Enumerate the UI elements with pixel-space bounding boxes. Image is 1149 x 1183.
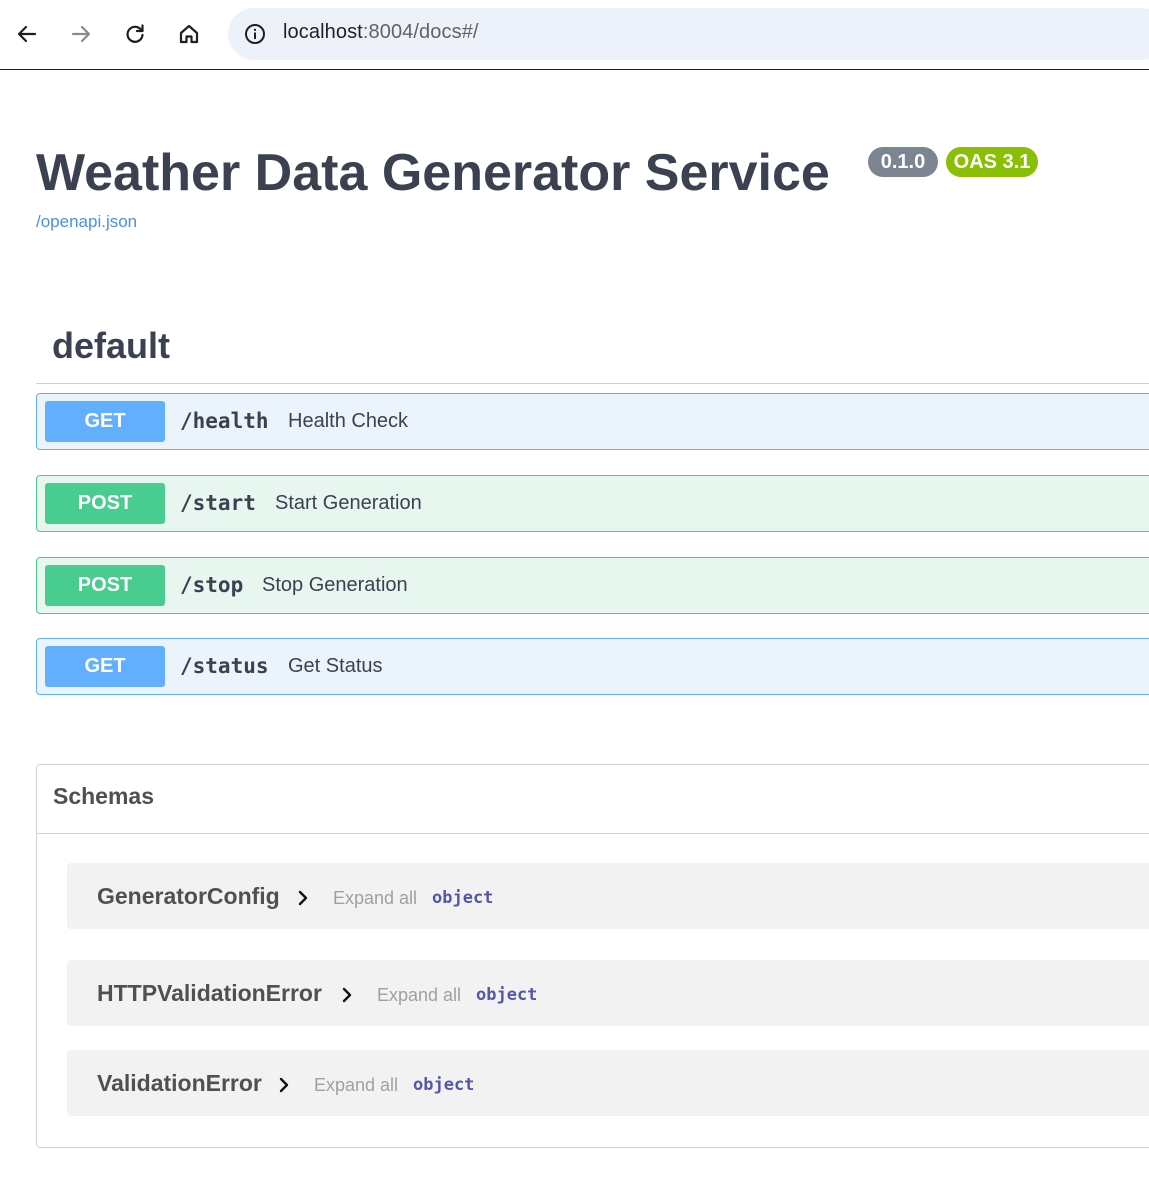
schemas-section: Schemas GeneratorConfig Expand all objec… xyxy=(36,764,1149,1148)
openapi-json-link[interactable]: /openapi.json xyxy=(36,212,137,232)
operation-summary: Stop Generation xyxy=(262,574,408,596)
expand-all-link[interactable]: Expand all xyxy=(314,1075,398,1096)
reload-button[interactable] xyxy=(115,14,155,54)
expand-all-link[interactable]: Expand all xyxy=(333,888,417,909)
page-title: Weather Data Generator Service xyxy=(36,144,830,202)
operation-path: /start xyxy=(180,491,256,515)
reload-icon xyxy=(126,24,144,43)
model-name: GeneratorConfig xyxy=(97,883,280,909)
tag-divider xyxy=(36,383,1149,384)
address-bar[interactable]: localhost:8004/docs#/ xyxy=(228,8,1149,60)
oas-version-badge: OAS 3.1 xyxy=(946,147,1038,177)
home-button[interactable] xyxy=(169,14,209,54)
url-host: localhost xyxy=(283,21,363,43)
method-badge: GET xyxy=(45,401,165,442)
operation-post-start[interactable]: POST /start Start Generation xyxy=(36,475,1149,532)
schema-model-generatorconfig[interactable]: GeneratorConfig Expand all object xyxy=(67,863,1149,929)
model-type: object xyxy=(476,985,538,1005)
expand-all-link[interactable]: Expand all xyxy=(377,985,461,1006)
site-info-icon[interactable] xyxy=(244,23,266,45)
tag-section-title[interactable]: default xyxy=(52,325,170,367)
schemas-header[interactable]: Schemas xyxy=(37,765,1149,834)
operation-path: /status xyxy=(180,654,269,678)
forward-button[interactable] xyxy=(61,14,101,54)
operation-path: /stop xyxy=(180,573,244,597)
version-badge: 0.1.0 xyxy=(868,147,938,177)
operation-get-status[interactable]: GET /status Get Status xyxy=(36,638,1149,695)
model-name: ValidationError xyxy=(97,1070,262,1096)
chevron-right-icon xyxy=(298,890,308,906)
model-type: object xyxy=(413,1075,475,1095)
forward-arrow-icon xyxy=(71,25,91,43)
method-badge: POST xyxy=(45,565,165,606)
operation-get-health[interactable]: GET /health Health Check xyxy=(36,393,1149,450)
model-name: HTTPValidationError xyxy=(97,980,322,1006)
schema-model-httpvalidationerror[interactable]: HTTPValidationError Expand all object xyxy=(67,960,1149,1026)
home-icon xyxy=(179,24,199,44)
browser-toolbar: localhost:8004/docs#/ xyxy=(0,0,1149,70)
url-path: :8004/docs#/ xyxy=(362,21,479,43)
chevron-right-icon xyxy=(342,987,352,1003)
schema-model-validationerror[interactable]: ValidationError Expand all object xyxy=(67,1050,1149,1116)
back-button[interactable] xyxy=(7,14,47,54)
method-badge: GET xyxy=(45,646,165,687)
model-type: object xyxy=(432,888,494,908)
back-arrow-icon xyxy=(17,25,37,43)
operation-path: /health xyxy=(180,409,269,433)
operation-post-stop[interactable]: POST /stop Stop Generation xyxy=(36,557,1149,614)
operation-summary: Start Generation xyxy=(275,492,422,514)
operation-summary: Health Check xyxy=(288,410,409,432)
chevron-right-icon xyxy=(279,1077,289,1093)
method-badge: POST xyxy=(45,483,165,524)
url-text: localhost:8004/docs#/ xyxy=(283,21,479,44)
operation-summary: Get Status xyxy=(288,655,383,677)
schemas-title: Schemas xyxy=(53,783,155,809)
